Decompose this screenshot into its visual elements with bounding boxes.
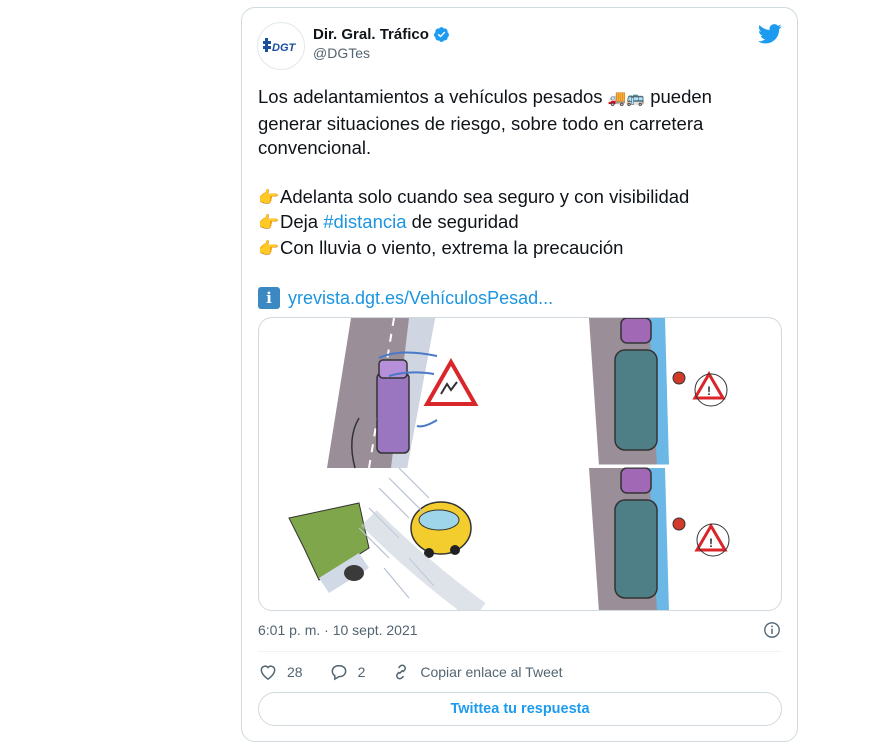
tweet-card: DGT Dir. Gral. Tráfico @DGTes Los adelan… — [241, 7, 798, 742]
like-action[interactable]: 28 — [258, 662, 303, 682]
heart-icon — [260, 665, 276, 680]
copy-link-action[interactable]: Copiar enlace al Tweet — [391, 662, 563, 682]
backhand-index-pointing-right-icon: 👉 — [258, 213, 280, 232]
verified-badge-icon — [433, 26, 450, 43]
tweet-media[interactable]: ! ! — [258, 317, 782, 611]
divider — [258, 651, 781, 652]
tweet-line-1-text: Los adelantamientos a vehículos pesados — [258, 86, 603, 107]
tweet-timestamp[interactable]: 6:01 p. m. · 10 sept. 2021 — [258, 622, 418, 638]
svg-text:DGT: DGT — [272, 42, 297, 54]
illustration-overtaking-heavy-vehicles: ! ! — [288, 318, 781, 610]
reply-count: 2 — [357, 664, 366, 680]
reply-bubble-icon — [331, 665, 346, 681]
truck-icon: 🚚 — [607, 90, 627, 107]
svg-text:!: ! — [707, 384, 711, 398]
author-handle[interactable]: @DGTes — [313, 45, 450, 61]
avatar[interactable]: DGT — [257, 22, 305, 70]
copy-link-label: Copiar enlace al Tweet — [420, 664, 563, 680]
bullet-2-text-pre: Deja — [280, 211, 319, 232]
bullet-1-text: Adelanta solo cuando sea seguro y con vi… — [280, 185, 690, 207]
bus-icon: 🚌 — [626, 90, 646, 107]
twitter-bird-icon[interactable] — [758, 24, 782, 44]
bullet-3-text: Con lluvia o viento, extrema la precauci… — [280, 236, 624, 258]
bullet-2-text-post: de seguridad — [411, 211, 519, 232]
external-link[interactable]: yrevista.dgt.es/VehículosPesad... — [288, 288, 553, 309]
bullet-2: 👉Deja #distancia de seguridad — [258, 210, 788, 236]
external-link-row: i yrevista.dgt.es/VehículosPesad... — [258, 287, 553, 309]
tweet-reply-button[interactable]: Twittea tu respuesta — [258, 692, 782, 726]
author-names: Dir. Gral. Tráfico @DGTes — [313, 26, 450, 61]
info-circle-icon[interactable] — [763, 621, 781, 639]
panel-wind-overtaking — [327, 318, 479, 469]
backhand-index-pointing-right-icon: 👉 — [258, 187, 280, 207]
display-name-text: Dir. Gral. Tráfico — [313, 26, 429, 43]
bullet-1: 👉Adelanta solo cuando sea seguro y con v… — [258, 185, 788, 211]
tweet-text: Los adelantamientos a vehículos pesados … — [258, 85, 788, 261]
tweet-line-1: Los adelantamientos a vehículos pesados … — [258, 85, 788, 112]
panel-rain-wind-car — [288, 467, 486, 610]
reply-action[interactable]: 2 — [329, 662, 366, 682]
hashtag-link[interactable]: #distancia — [323, 211, 406, 232]
tweet-header: DGT Dir. Gral. Tráfico @DGTes — [257, 22, 782, 72]
dgt-logo-icon: DGT — [263, 38, 297, 54]
backhand-index-pointing-right-icon: 👉 — [258, 238, 280, 258]
tweet-actions: 28 2 Copiar enlace al Tweet — [258, 662, 589, 682]
panel-motorcycle-truck-top: ! — [589, 318, 728, 466]
svg-text:!: ! — [709, 536, 713, 550]
information-icon: i — [258, 287, 280, 309]
tweet-line-2: generar situaciones de riesgo, sobre tod… — [258, 112, 704, 134]
author-display-name[interactable]: Dir. Gral. Tráfico — [313, 26, 450, 43]
link-icon — [396, 664, 407, 680]
bullet-3: 👉Con lluvia o viento, extrema la precauc… — [258, 236, 788, 262]
tweet-line-3: convencional. — [258, 137, 372, 158]
panel-motorcycle-truck-bottom: ! — [589, 467, 730, 610]
like-count: 28 — [287, 664, 303, 680]
tweet-line-1-end: pueden — [650, 86, 712, 107]
